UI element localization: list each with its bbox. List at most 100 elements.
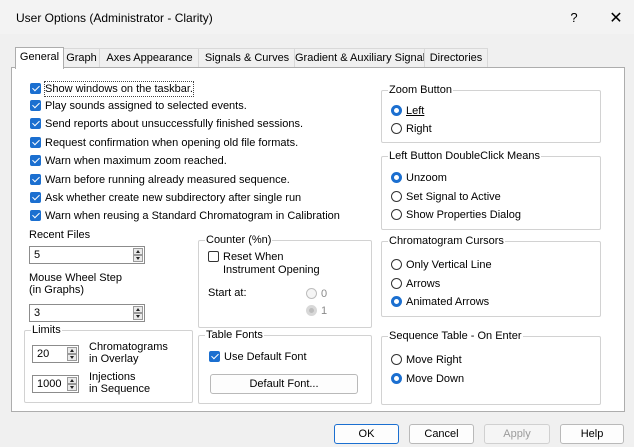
checkbox-label: Show windows on the taskbar.	[44, 81, 194, 97]
recent-files-label: Recent Files	[29, 229, 91, 241]
radio-circle	[391, 259, 402, 270]
checkbox-label: Warn before running already measured seq…	[45, 174, 290, 186]
checkbox-box	[30, 155, 41, 166]
checkbox-label: Use Default Font	[224, 351, 307, 363]
radio-circle	[306, 305, 317, 316]
radio-circle	[391, 296, 402, 307]
mouse-wheel-sublabel: (in Graphs)	[29, 284, 85, 296]
chromatograms-sublabel: in Overlay	[89, 353, 139, 365]
cursors-title: Chromatogram Cursors	[388, 235, 505, 247]
ok-button[interactable]: OK	[334, 424, 399, 444]
radio-label: Show Properties Dialog	[406, 209, 521, 221]
tab-axes-appearance[interactable]: Axes Appearance	[99, 48, 200, 68]
radio-label: Arrows	[406, 278, 441, 290]
injections-value: 1000	[37, 378, 62, 390]
checkbox-box	[208, 251, 219, 262]
tab-panel-general: Show windows on the taskbar. Play sounds…	[11, 67, 625, 412]
stepper-up-icon[interactable]	[67, 377, 77, 384]
checkbox-label: Play sounds assigned to selected events.	[45, 100, 247, 112]
injections-sublabel: in Sequence	[89, 383, 151, 395]
radio-label: 0	[321, 288, 328, 300]
radio-circle	[306, 288, 317, 299]
stepper-down-icon[interactable]	[133, 313, 143, 320]
close-icon[interactable]: ✕	[608, 8, 624, 28]
stepper-down-icon[interactable]	[67, 354, 77, 361]
mouse-wheel-label: Mouse Wheel Step	[29, 272, 122, 284]
radio-circle	[391, 373, 402, 384]
radio-label: Only Vertical Line	[406, 259, 492, 271]
injections-label: Injections	[89, 371, 136, 383]
cancel-button[interactable]: Cancel	[409, 424, 474, 444]
checkbox-box	[30, 137, 41, 148]
apply-button[interactable]: Apply	[484, 424, 550, 444]
sequence-enter-group: Sequence Table - On Enter Move Right Mov…	[381, 330, 601, 405]
checkbox-label: Reset When	[223, 251, 284, 263]
tab-directories[interactable]: Directories	[424, 48, 488, 68]
window-title: User Options (Administrator - Clarity)	[16, 11, 213, 25]
left-dblclick-title: Left Button DoubleClick Means	[388, 150, 542, 162]
stepper-buttons	[133, 306, 143, 320]
tab-gradient-auxiliary[interactable]: Gradient & Auxiliary Signals	[294, 48, 431, 68]
radio-label: Unzoom	[406, 172, 447, 184]
checkbox-box	[30, 192, 41, 203]
checkbox-box	[30, 83, 41, 94]
mouse-wheel-stepper[interactable]: 3	[29, 304, 145, 322]
checkbox-box	[209, 351, 220, 362]
checkbox-label: Warn when reusing a Standard Chromatogra…	[45, 210, 340, 222]
table-fonts-title: Table Fonts	[205, 329, 264, 341]
checkbox-label: Send reports about unsuccessfully finish…	[45, 118, 304, 130]
radio-circle	[391, 123, 402, 134]
radio-label: Left	[406, 105, 425, 117]
tab-graph[interactable]: Graph	[62, 48, 101, 68]
checkbox-label: Warn when maximum zoom reached.	[45, 155, 227, 167]
stepper-down-icon[interactable]	[67, 384, 77, 391]
stepper-up-icon[interactable]	[133, 248, 143, 255]
recent-files-stepper[interactable]: 5	[29, 246, 145, 264]
radio-label: Right	[406, 123, 432, 135]
radio-circle	[391, 172, 402, 183]
limits-title: Limits	[31, 324, 62, 336]
tab-general[interactable]: General	[15, 47, 64, 69]
sequence-enter-title: Sequence Table - On Enter	[388, 330, 523, 342]
table-fonts-group: Table Fonts Use Default Font Default Fon…	[198, 329, 372, 404]
checkbox-label: Ask whether create new subdirectory afte…	[45, 192, 302, 204]
stepper-buttons	[133, 248, 143, 262]
mouse-wheel-value: 3	[34, 307, 41, 319]
checkbox-box	[30, 174, 41, 185]
counter-title: Counter (%n)	[205, 234, 273, 246]
help-button[interactable]: Help	[560, 424, 624, 444]
radio-circle	[391, 354, 402, 365]
radio-label: Move Right	[406, 354, 462, 366]
stepper-down-icon[interactable]	[133, 255, 143, 262]
radio-circle	[391, 191, 402, 202]
radio-label: 1	[321, 305, 328, 317]
checkbox-box	[30, 118, 41, 129]
chromatograms-stepper[interactable]: 20	[32, 345, 79, 363]
radio-circle	[391, 105, 402, 116]
radio-label: Move Down	[406, 373, 465, 385]
stepper-up-icon[interactable]	[133, 306, 143, 313]
radio-circle	[391, 278, 402, 289]
cursors-group: Chromatogram Cursors Only Vertical Line …	[381, 235, 601, 317]
chromatograms-value: 20	[37, 348, 50, 360]
checkbox-box	[30, 100, 41, 111]
default-font-button[interactable]: Default Font...	[210, 374, 358, 394]
radio-label: Set Signal to Active	[406, 191, 501, 203]
chromatograms-label: Chromatograms	[89, 341, 168, 353]
recent-files-value: 5	[34, 249, 41, 261]
injections-stepper[interactable]: 1000	[32, 375, 79, 393]
zoom-button-group: Zoom Button Left Right	[381, 84, 601, 143]
zoom-button-title: Zoom Button	[388, 84, 453, 96]
left-dblclick-group: Left Button DoubleClick Means Unzoom Set…	[381, 150, 601, 230]
tab-signals-curves[interactable]: Signals & Curves	[198, 48, 296, 68]
stepper-up-icon[interactable]	[67, 347, 77, 354]
checkbox-label: Request confirmation when opening old fi…	[45, 137, 299, 149]
checkbox-box	[30, 210, 41, 221]
help-icon[interactable]: ?	[566, 10, 582, 25]
stepper-buttons	[67, 377, 77, 391]
reset-counter-sublabel: Instrument Opening	[223, 264, 320, 276]
radio-label: Animated Arrows	[406, 296, 490, 308]
start-at-label: Start at:	[208, 287, 247, 299]
stepper-buttons	[67, 347, 77, 361]
limits-group: Limits 20 Chromatograms in Overlay 1000 …	[24, 324, 193, 403]
